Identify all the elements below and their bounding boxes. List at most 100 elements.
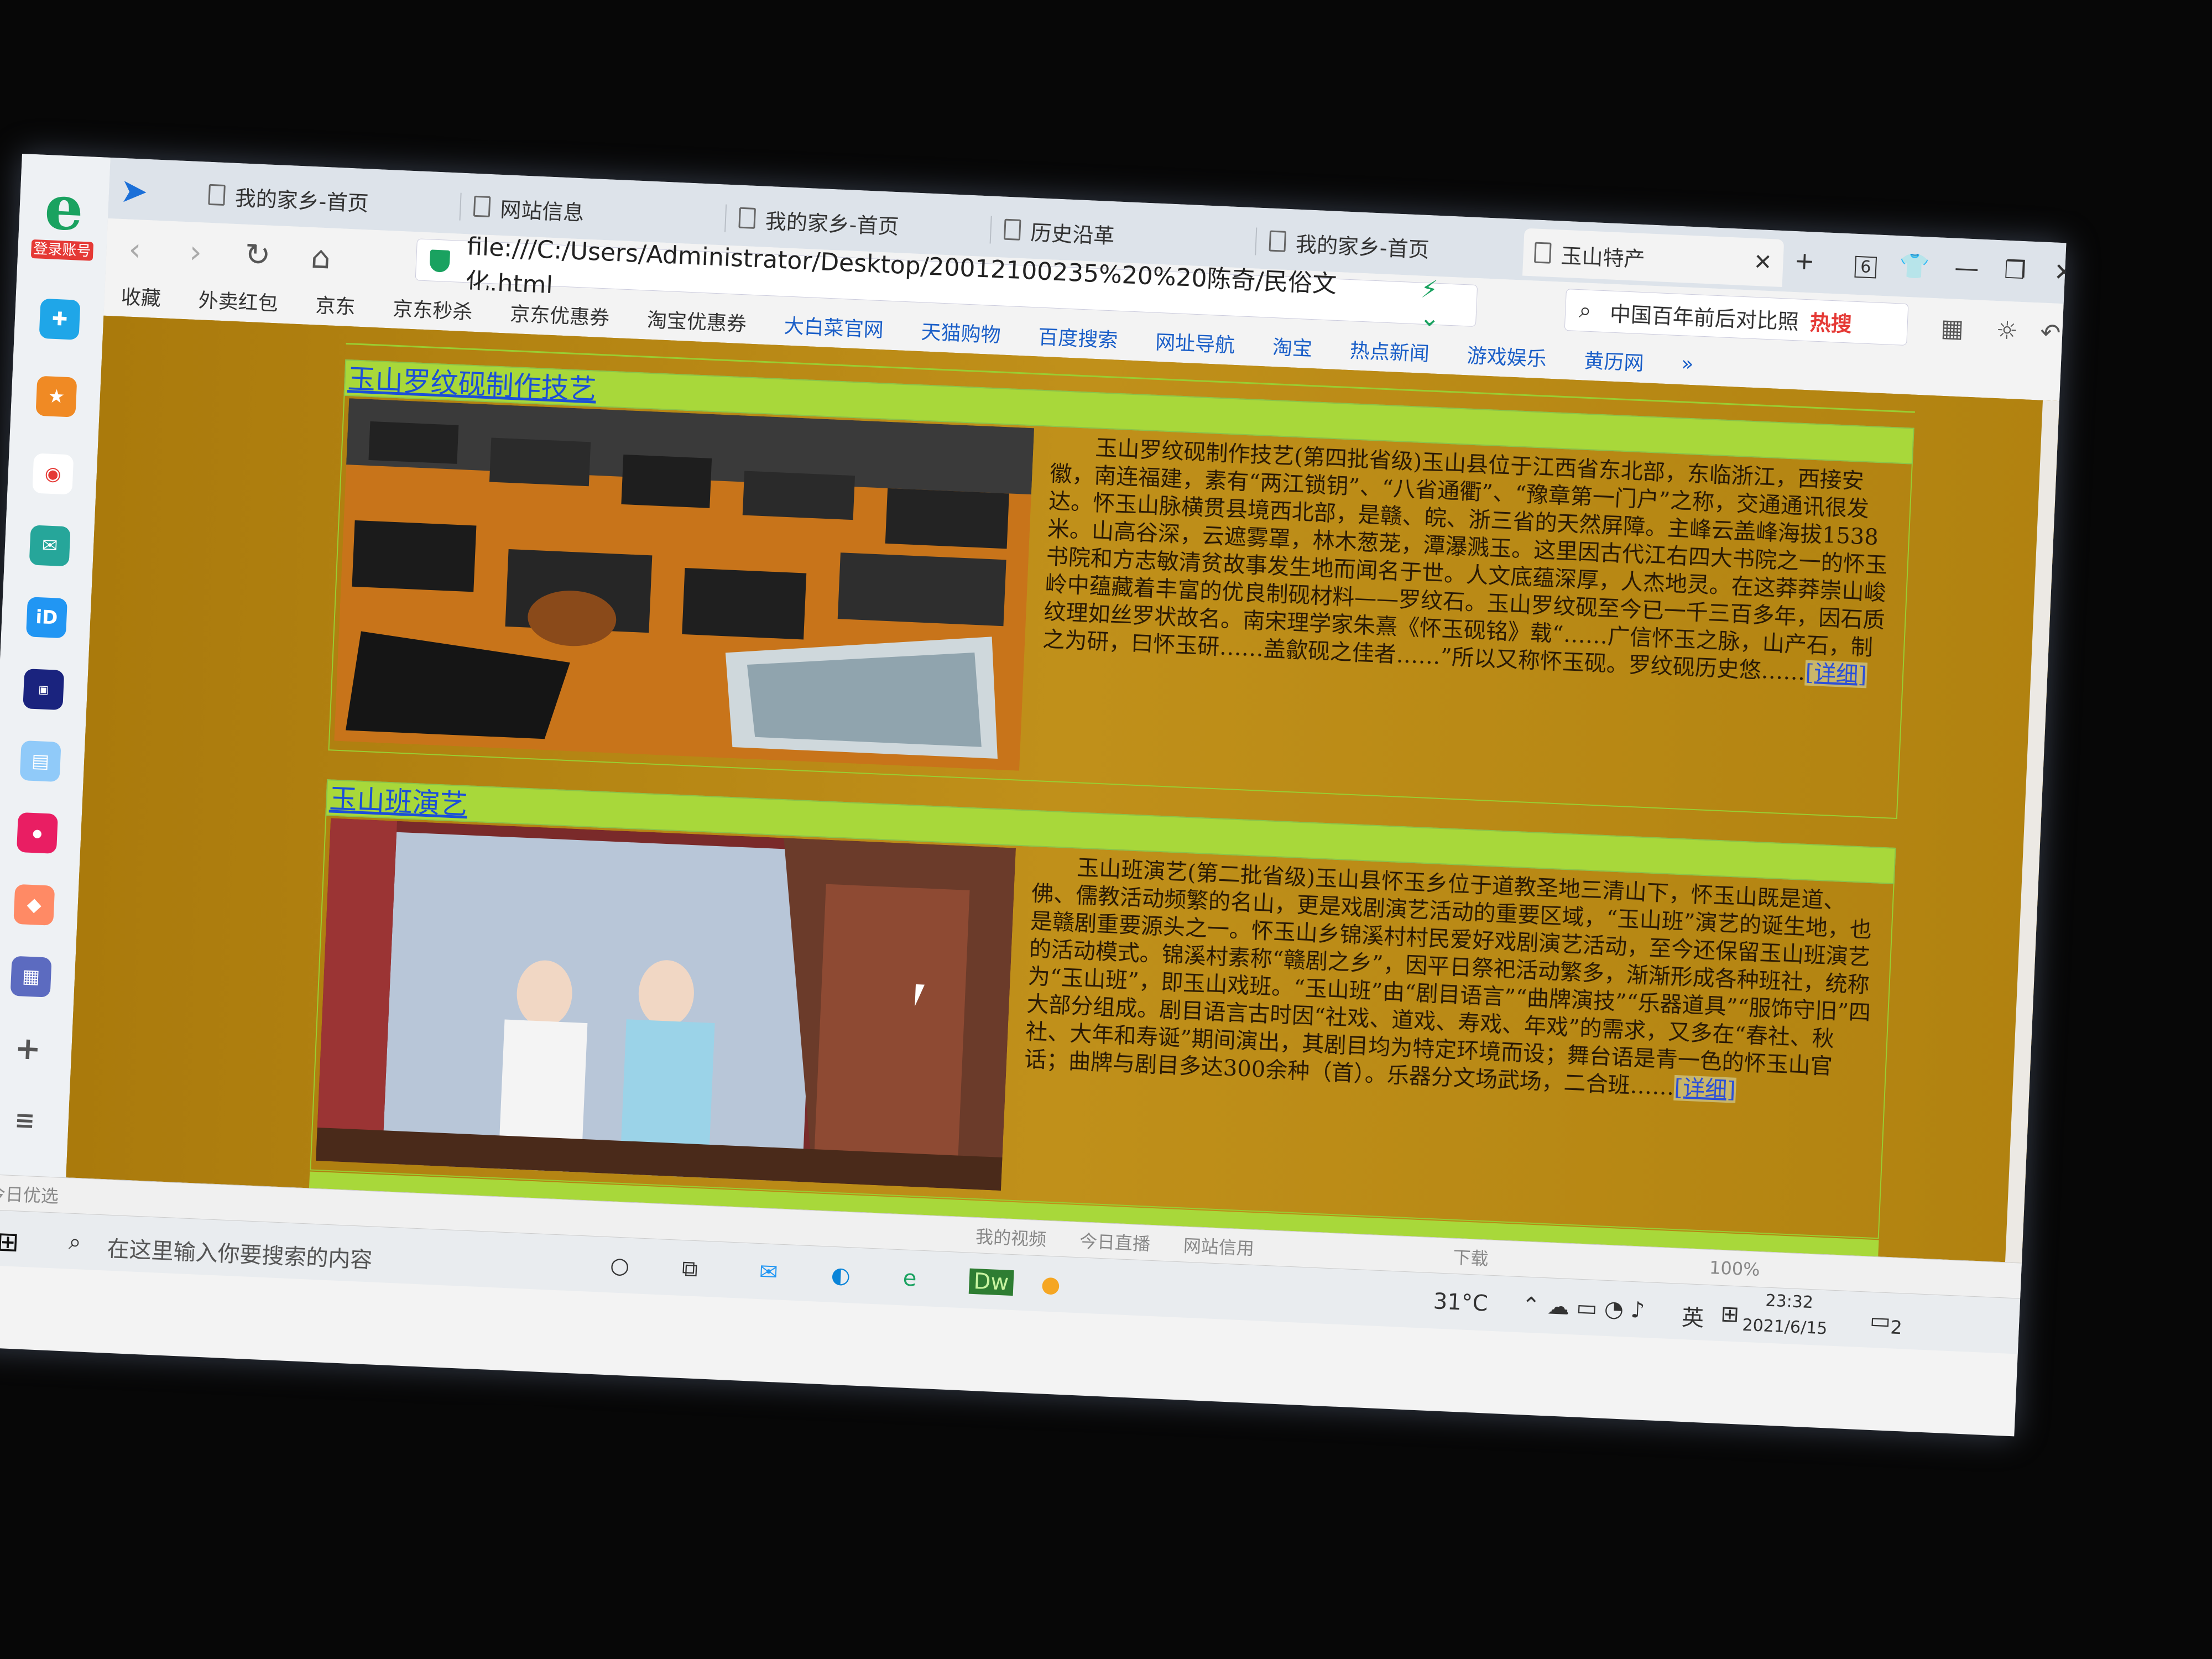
tab-label: 历史沿革 (1030, 220, 1115, 248)
tab-home-1[interactable]: 我的家乡-首页 (196, 170, 458, 229)
city-app-icon[interactable]: ▦ (10, 956, 52, 998)
clock-time[interactable]: 23:32 (1765, 1291, 1814, 1313)
notification-count: 2 (1890, 1316, 1903, 1339)
new-tab-button[interactable]: + (1793, 247, 1815, 276)
live-today-link[interactable]: 今日直播 (1079, 1227, 1151, 1256)
bookmark-item[interactable]: 热点新闻 (1349, 335, 1430, 367)
page-content: 玉山罗纹砚制作技艺 玉山罗纹砚制作技艺(第四批省级)玉山县位于江西省东北部，东临… (66, 315, 2060, 1263)
bookmark-item[interactable]: 网址导航 (1155, 326, 1235, 358)
minimize-button[interactable]: — (1954, 254, 1979, 283)
browser-window: e 登录账号 ✚ ★ ◉ ✉ iD ▣ ▤ ● ◆ ▦ + ≡ ➤ 我的家乡-首… (0, 154, 2067, 1437)
search-placeholder: 中国百年前后对比照 (1609, 301, 1799, 334)
bookmark-item[interactable]: 百度搜索 (1037, 321, 1118, 353)
taskbar-search-input[interactable]: 在这里输入你要搜索的内容 (107, 1231, 373, 1275)
more-link[interactable]: [详细] (1673, 1074, 1736, 1103)
taskbar-search-icon[interactable]: ⌕ (68, 1229, 81, 1255)
forward-button[interactable]: › (189, 234, 202, 270)
page-icon (473, 195, 491, 218)
section-description: 玉山罗纹砚制作技艺(第四批省级)玉山县位于江西省东北部，东临浙江，西接安徽，南连… (1042, 432, 1902, 691)
page-icon (1269, 230, 1287, 252)
bookmark-item[interactable]: 外卖红包 (198, 284, 279, 316)
bookmark-item[interactable]: 京东 (315, 289, 356, 320)
section-body: 玉山罗纹砚制作技艺(第四批省级)玉山县位于江西省东北部，东临浙江，西接安徽，南连… (328, 395, 1913, 820)
my-videos-link[interactable]: 我的视频 (975, 1223, 1047, 1251)
restore-button[interactable]: ❐ (2004, 256, 2027, 285)
more-link[interactable]: [详细] (1804, 660, 1867, 688)
favorites-star-icon[interactable]: ★ (35, 375, 77, 418)
tab-separator (724, 204, 727, 232)
windows-start-icon[interactable]: ⊞ (0, 1226, 20, 1258)
dreamweaver-icon[interactable]: Dw (968, 1268, 1014, 1296)
close-window-button[interactable]: ✕ (2053, 258, 2066, 287)
xiaohongshu-icon[interactable]: ● (16, 812, 58, 854)
notification-icon[interactable]: ▭2 (1869, 1308, 1903, 1339)
opera-photo (316, 818, 1016, 1191)
menu-icon[interactable]: ≡ (4, 1099, 45, 1141)
sidebar-app-icon[interactable]: ✚ (39, 298, 81, 340)
cortana-icon[interactable]: ○ (609, 1253, 630, 1279)
ie-browser-icon[interactable]: e (902, 1265, 917, 1291)
bookmark-item[interactable]: 淘宝 (1272, 331, 1313, 362)
system-tray-icons[interactable]: ⌃ ☁ ▭ ◔ ♪ (1521, 1292, 1645, 1323)
bookmark-item[interactable]: 京东秒杀 (392, 293, 473, 325)
add-icon[interactable]: + (7, 1027, 49, 1069)
section-luowen-inkstone: 玉山罗纹砚制作技艺 玉山罗纹砚制作技艺(第四批省级)玉山县位于江西省东北部，东临… (328, 359, 1914, 820)
login-account-label: 登录账号 (30, 239, 94, 261)
keyboard-icon[interactable]: ⊞ (1720, 1301, 1739, 1327)
close-tab-icon[interactable]: ✕ (1753, 249, 1772, 275)
bookmark-item[interactable]: 天猫购物 (921, 316, 1001, 348)
task-view-icon[interactable]: ⧉ (681, 1256, 698, 1282)
tab-separator (989, 216, 992, 244)
inkstone-photo (334, 398, 1035, 771)
mail-icon[interactable]: ✉ (29, 525, 71, 567)
home-button[interactable]: ⌂ (310, 239, 331, 276)
weibo-icon[interactable]: ◉ (32, 453, 74, 495)
tab-count-badge[interactable]: 6 (1854, 255, 1877, 279)
scrollbar[interactable] (2005, 400, 2060, 1263)
search-icon: ⌕ (1578, 298, 1592, 324)
bookmark-item[interactable]: 淘宝优惠券 (646, 304, 747, 337)
weather-text[interactable]: 31°C (1433, 1288, 1489, 1316)
section-yushan-opera: 玉山班演艺 玉山班演艺(第二批省级)玉山县怀玉乡位于道教圣地三清山下，怀玉山既是… (310, 779, 1896, 1239)
zoom-level[interactable]: 100% (1709, 1257, 1760, 1280)
refresh-button[interactable]: ↻ (244, 237, 272, 274)
bookmark-favorites[interactable]: 收藏 (121, 281, 161, 311)
edge-icon[interactable]: ◐ (831, 1262, 851, 1288)
section-text: 玉山罗纹砚制作技艺(第四批省级)玉山县位于江西省东北部，东临浙江，西接安徽，南连… (1042, 435, 1888, 686)
section-body: 玉山班演艺(第二批省级)玉山县怀玉乡位于道教圣地三清山下，怀玉山既是道、佛、儒教… (310, 816, 1895, 1239)
apps-grid-icon[interactable]: ▦ (1940, 314, 1964, 343)
game-app-icon[interactable]: ◆ (13, 884, 55, 926)
clock-date[interactable]: 2021/6/15 (1742, 1316, 1828, 1339)
brightness-icon[interactable]: ☼ (1995, 316, 2018, 346)
undo-icon[interactable]: ↶ (2039, 319, 2061, 348)
section-description: 玉山班演艺(第二批省级)玉山县怀玉乡位于道教圣地三清山下，怀玉山既是道、佛、儒教… (1024, 852, 1884, 1110)
security-shield-icon (429, 249, 451, 273)
search-box[interactable]: ⌕ 中国百年前后对比照 热搜 (1564, 289, 1909, 346)
tab-label: 玉山特产 (1560, 243, 1646, 272)
bookmark-item[interactable]: 游戏娱乐 (1467, 340, 1547, 372)
back-button[interactable]: ‹ (128, 232, 142, 268)
browser-app-icon[interactable]: ● (1041, 1271, 1061, 1297)
bookmark-item[interactable]: 大白菜官网 (784, 310, 884, 343)
id-app-icon[interactable]: iD (25, 597, 67, 639)
download-link[interactable]: 下载 (1453, 1244, 1489, 1271)
mail-app-icon[interactable]: ✉ (759, 1259, 778, 1285)
page-icon (1003, 218, 1021, 241)
news-app-icon[interactable]: ▣ (23, 669, 65, 711)
page-icon (738, 207, 756, 229)
bookmark-item[interactable]: 京东优惠券 (509, 298, 610, 331)
ie-logo-icon: e (43, 171, 85, 244)
lightning-icon[interactable]: ⚡ ⌄ (1419, 275, 1467, 333)
document-icon[interactable]: ▤ (19, 740, 61, 782)
today-picks[interactable]: 今日优选 (0, 1180, 59, 1208)
mouse-cursor-icon (915, 984, 925, 1007)
skin-icon[interactable]: 👕 (1898, 251, 1930, 281)
bookmarks-more-button[interactable]: » (1681, 352, 1694, 375)
hot-search-label[interactable]: 热搜 (1809, 305, 1853, 337)
tab-yushan-products[interactable]: 玉山特产 ✕ (1522, 228, 1785, 288)
ime-indicator[interactable]: 英 (1681, 1300, 1704, 1333)
site-credit-link[interactable]: 网站信用 (1183, 1232, 1255, 1261)
browser-logo[interactable]: e 登录账号 (29, 171, 98, 262)
navigate-icon[interactable]: ➤ (108, 166, 199, 218)
bookmark-item[interactable]: 黄历网 (1584, 345, 1645, 377)
